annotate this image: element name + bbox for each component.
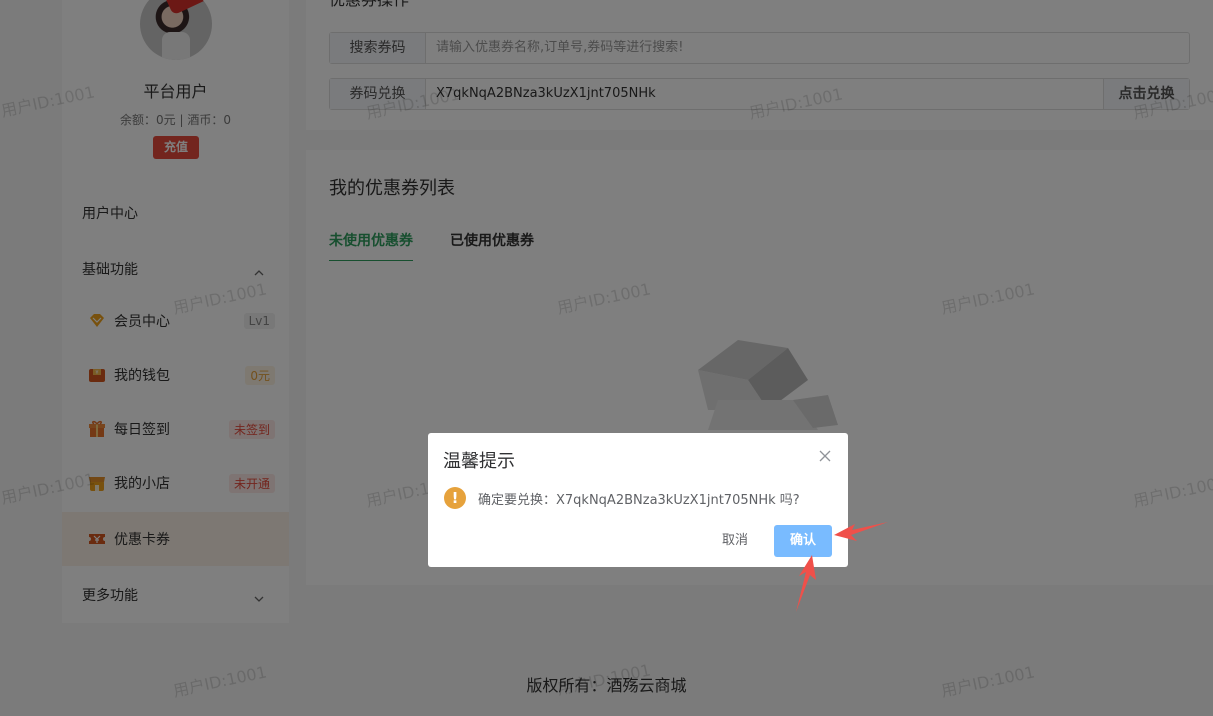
modal-overlay[interactable] [0, 0, 1213, 716]
warning-icon: ! [444, 487, 466, 509]
confirm-dialog: 温馨提示 ! 确定要兑换：X7qkNqA2BNza3kUzX1jnt705NHk… [428, 433, 848, 567]
cancel-button[interactable]: 取消 [710, 526, 760, 556]
dialog-title: 温馨提示 [443, 451, 515, 472]
close-icon[interactable] [819, 450, 831, 462]
dialog-message: 确定要兑换：X7qkNqA2BNza3kUzX1jnt705NHk 吗? [478, 493, 800, 508]
confirm-button[interactable]: 确认 [774, 525, 832, 557]
